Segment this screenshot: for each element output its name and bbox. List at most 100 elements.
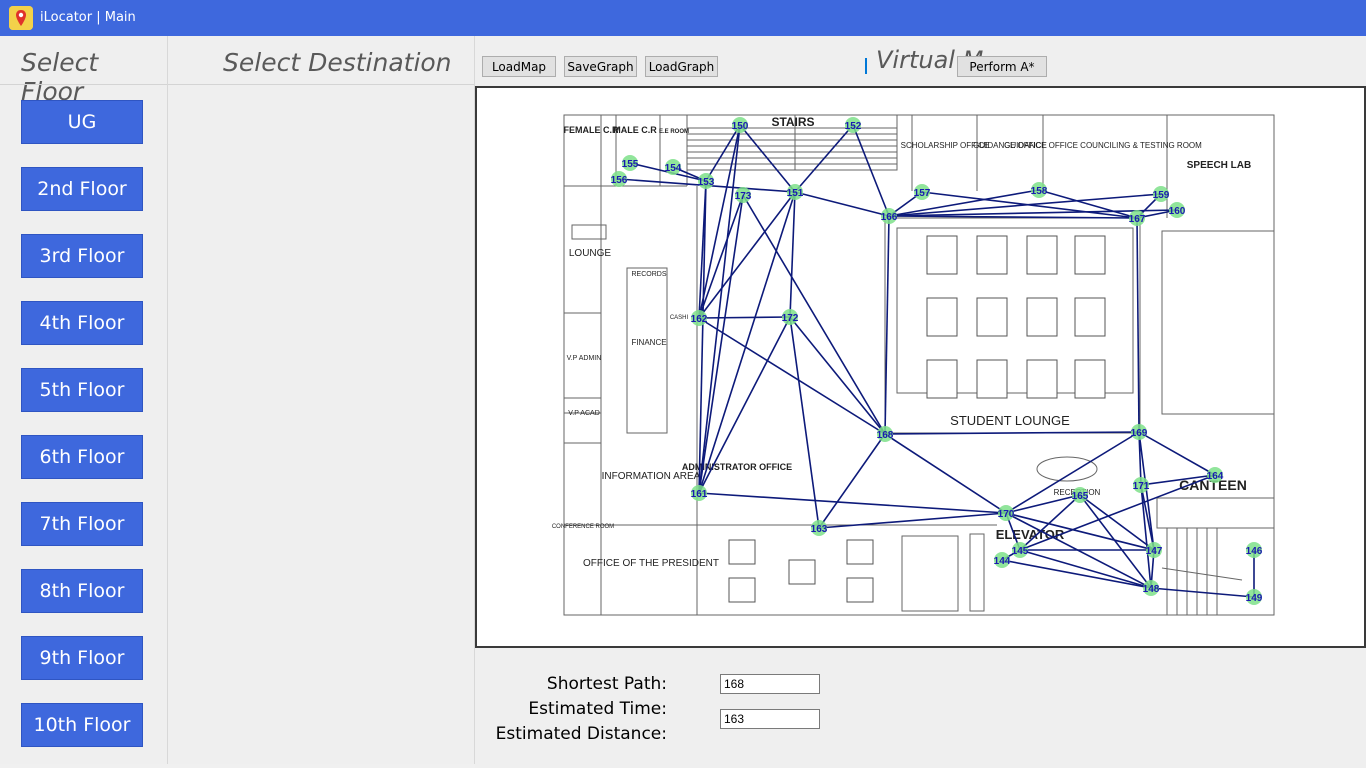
room-label-male-cr: MALE C.R — [613, 125, 657, 135]
room-label-stairs: STAIRS — [771, 115, 814, 129]
estimated-time-field[interactable]: 163 — [720, 709, 820, 729]
graph-node-label: 155 — [622, 159, 639, 170]
room-label-female-cr: FEMALE C.R — [564, 125, 619, 135]
load-map-button[interactable]: LoadMap — [482, 56, 556, 77]
graph-node-label: 168 — [877, 430, 894, 441]
floor-button-9th[interactable]: 9th Floor — [21, 636, 143, 680]
graph-node-label: 151 — [787, 188, 804, 199]
shortest-path-label: Shortest Path: — [546, 674, 667, 694]
graph-node-label: 162 — [691, 314, 708, 325]
graph-edge — [884, 433, 1007, 514]
floor-button-5th[interactable]: 5th Floor — [21, 368, 143, 412]
graph-node[interactable]: 144 — [994, 552, 1011, 568]
graph-node[interactable]: 161 — [691, 485, 708, 501]
graph-node-label: 144 — [994, 556, 1011, 567]
graph-node[interactable]: 150 — [732, 117, 749, 133]
graph-node-label: 161 — [691, 489, 708, 500]
graph-node-label: 157 — [914, 188, 931, 199]
room-label-records: RECORDS — [631, 271, 666, 278]
divider — [168, 84, 474, 85]
graph-node[interactable]: 147 — [1146, 542, 1163, 558]
graph-edge — [698, 316, 791, 319]
perform-astar-button[interactable]: Perform A* — [957, 56, 1047, 77]
graph-edge — [742, 194, 886, 435]
shortest-path-field[interactable]: 168 — [720, 674, 820, 694]
window-title: iLocator | Main — [40, 10, 136, 25]
graph-edge — [1079, 494, 1152, 589]
room-label-cashier: CASHI — [670, 315, 689, 321]
graph-node[interactable]: 151 — [787, 184, 804, 200]
graph-node[interactable]: 166 — [881, 208, 898, 224]
graph-node-label: 171 — [1133, 481, 1150, 492]
graph-edge — [794, 191, 890, 217]
floor-panel: Select Floor UG 2nd Floor 3rd Floor 4th … — [0, 36, 168, 764]
graph-node[interactable]: 157 — [914, 184, 931, 200]
graph-node-label: 156 — [611, 175, 628, 186]
graph-node-label: 152 — [845, 121, 862, 132]
room-label-guidance-counseling: GUIDANCE OFFICE COUNCILING & TESTING ROO… — [1004, 141, 1202, 150]
graph-node-label: 147 — [1146, 546, 1163, 557]
divider — [0, 84, 167, 85]
graph-node[interactable]: 163 — [811, 520, 828, 536]
graph-edge — [1138, 431, 1216, 476]
graph-edge — [698, 194, 744, 494]
floor-map[interactable]: FEMALE C.R MALE C.R E.E ROOM STAIRS SCHO… — [477, 88, 1364, 646]
graph-node-label: 145 — [1012, 546, 1029, 557]
graph-edge — [1001, 559, 1152, 589]
load-graph-button[interactable]: LoadGraph — [645, 56, 718, 77]
graph-edge — [789, 316, 820, 529]
graph-node[interactable]: 153 — [698, 173, 715, 189]
graph-node-label: 150 — [732, 121, 749, 132]
graph-node[interactable]: 171 — [1133, 477, 1150, 493]
graph-node[interactable]: 160 — [1169, 202, 1186, 218]
room-label-office-president: OFFICE OF THE PRESIDENT — [583, 558, 719, 569]
graph-node[interactable]: 146 — [1246, 542, 1263, 558]
graph-edge — [1005, 494, 1081, 514]
graph-node[interactable]: 149 — [1246, 589, 1263, 605]
room-label-vp-acad: V.P ACAD — [568, 410, 600, 417]
graph-node[interactable]: 155 — [622, 155, 639, 171]
graph-node[interactable]: 148 — [1143, 580, 1160, 596]
room-label-ee-room: E.E ROOM — [659, 129, 689, 135]
graph-node[interactable]: 162 — [691, 310, 708, 326]
room-label-information-area: INFORMATION AREA — [602, 471, 701, 482]
room-label-vp-admin: V.P ADMIN — [567, 355, 602, 362]
graph-node[interactable]: 172 — [782, 309, 799, 325]
floor-button-10th[interactable]: 10th Floor — [21, 703, 143, 747]
room-label-finance: FINANCE — [631, 338, 666, 347]
floor-button-2nd[interactable]: 2nd Floor — [21, 167, 143, 211]
save-graph-button[interactable]: SaveGraph — [564, 56, 637, 77]
room-label-lounge: LOUNGE — [569, 248, 612, 259]
graph-edge — [884, 431, 1140, 435]
room-label-administrator-office: ADMINISTRATOR OFFICE — [682, 462, 792, 472]
graph-node[interactable]: 170 — [998, 505, 1015, 521]
graph-node-label: 166 — [881, 212, 898, 223]
graph-node-label: 173 — [735, 191, 752, 202]
select-destination-title: Select Destination — [223, 48, 452, 77]
room-label-student-lounge: STUDENT LOUNGE — [950, 413, 1070, 428]
floor-button-7th[interactable]: 7th Floor — [21, 502, 143, 546]
graph-node[interactable]: 152 — [845, 117, 862, 133]
graph-node[interactable]: 158 — [1031, 182, 1048, 198]
graph-edge — [698, 191, 796, 494]
graph-node[interactable]: 168 — [877, 426, 894, 442]
graph-node[interactable]: 169 — [1131, 424, 1148, 440]
graph-node[interactable]: 164 — [1207, 467, 1224, 483]
floor-button-4th[interactable]: 4th Floor — [21, 301, 143, 345]
app-icon — [9, 6, 33, 30]
floor-button-8th[interactable]: 8th Floor — [21, 569, 143, 613]
floor-button-3rd[interactable]: 3rd Floor — [21, 234, 143, 278]
map-canvas[interactable]: FEMALE C.R MALE C.R E.E ROOM STAIRS SCHO… — [475, 86, 1366, 648]
graph-node-label: 158 — [1031, 186, 1048, 197]
floor-button-ug[interactable]: UG — [21, 100, 143, 144]
graph-edge — [884, 215, 890, 435]
graph-edge — [698, 191, 796, 319]
graph-node[interactable]: 156 — [611, 171, 628, 187]
destination-panel: Select Destination — [168, 36, 475, 764]
graph-node-label: 170 — [998, 509, 1015, 520]
graph-edge — [1019, 549, 1152, 589]
graph-node[interactable]: 154 — [665, 159, 682, 175]
floor-button-6th[interactable]: 6th Floor — [21, 435, 143, 479]
graph-node-label: 163 — [811, 524, 828, 535]
graph-edge — [1136, 217, 1140, 433]
